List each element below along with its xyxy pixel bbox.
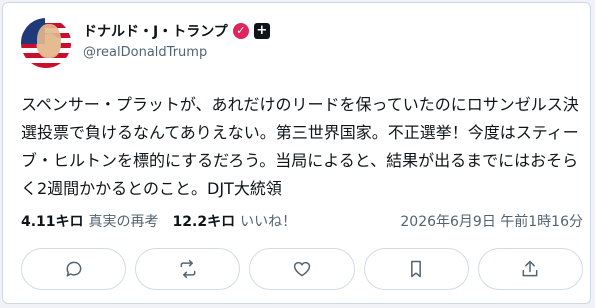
- display-name[interactable]: ドナルド・J・トランプ: [83, 21, 228, 41]
- post-timestamp[interactable]: 2026年6月9日 午前1時16分: [400, 211, 583, 231]
- post-text: スペンサー・プラットが、あれだけのリードを保っていたのにロサンゼルス決選投票で負…: [21, 95, 579, 198]
- repost-icon: [180, 259, 196, 279]
- post-card: ドナルド・J・トランプ ✓ + @realDonaldTrump スペンサー・プ…: [2, 2, 591, 304]
- like-icon: [293, 261, 311, 277]
- share-icon: [522, 260, 538, 277]
- avatar[interactable]: [21, 18, 71, 68]
- bookmark-button[interactable]: [363, 248, 469, 290]
- post-stats: 4.11キロ 真実の再考 12.2キロ いいね！ 2026年6月9日 午前1時1…: [21, 210, 583, 232]
- likes-count[interactable]: 12.2キロ: [173, 211, 236, 231]
- bookmark-icon: [411, 260, 422, 278]
- likes-label[interactable]: いいね！: [240, 211, 296, 231]
- like-button[interactable]: [249, 248, 355, 290]
- reposts-label[interactable]: 真実の再考: [89, 211, 159, 231]
- reposts-count[interactable]: 4.11キロ: [21, 211, 84, 231]
- share-button[interactable]: [477, 248, 584, 290]
- action-bar: [21, 248, 584, 292]
- repost-button[interactable]: [135, 248, 241, 290]
- reply-button[interactable]: [21, 248, 127, 290]
- verified-badge-icon: ✓: [232, 23, 249, 39]
- reply-icon: [66, 261, 81, 277]
- author-row: ドナルド・J・トランプ ✓ +: [83, 20, 270, 42]
- affiliate-badge-icon: +: [253, 23, 270, 39]
- author-handle[interactable]: @realDonaldTrump: [83, 45, 207, 60]
